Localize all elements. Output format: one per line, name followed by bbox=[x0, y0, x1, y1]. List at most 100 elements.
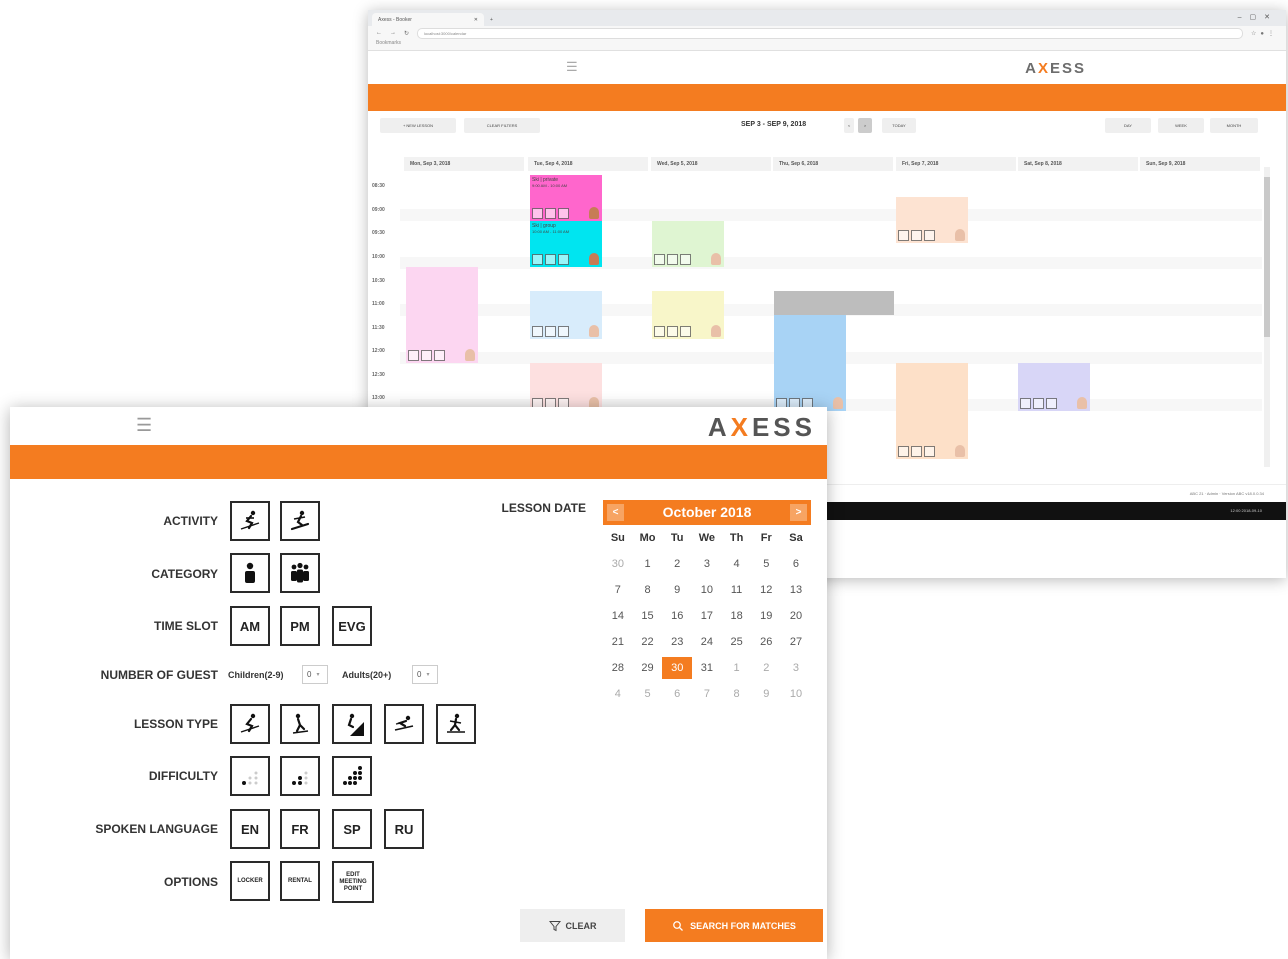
date-cell[interactable]: 6 bbox=[781, 558, 811, 570]
lesson-type-offpiste-button[interactable] bbox=[332, 704, 372, 744]
date-cell[interactable]: 21 bbox=[603, 636, 633, 648]
difficulty-beginner-button[interactable] bbox=[230, 756, 270, 796]
date-cell[interactable]: 2 bbox=[751, 662, 781, 674]
date-cell[interactable]: 31 bbox=[692, 662, 722, 674]
forward-icon[interactable]: → bbox=[390, 30, 396, 36]
new-tab-icon[interactable]: + bbox=[490, 17, 493, 23]
date-cell[interactable]: 13 bbox=[781, 584, 811, 596]
option-locker-button[interactable]: LOCKER bbox=[230, 861, 270, 901]
lesson-event[interactable] bbox=[530, 291, 602, 339]
selected-date-cell[interactable]: 30 bbox=[662, 657, 693, 679]
time-slot-evg-button[interactable]: EVG bbox=[332, 606, 372, 646]
blocked-slot[interactable] bbox=[774, 291, 894, 315]
search-for-matches-button[interactable]: SEARCH FOR MATCHES bbox=[645, 909, 823, 942]
lesson-event[interactable] bbox=[896, 363, 968, 459]
language-sp-button[interactable]: SP bbox=[332, 809, 372, 849]
clear-button[interactable]: CLEAR bbox=[520, 909, 625, 942]
language-fr-button[interactable]: FR bbox=[280, 809, 320, 849]
prev-month-button[interactable]: < bbox=[607, 504, 624, 521]
address-bar[interactable]: localhost:3000/calendar bbox=[417, 27, 1243, 39]
reload-icon[interactable]: ↻ bbox=[404, 30, 409, 37]
hamburger-menu-icon[interactable]: ☰ bbox=[136, 416, 152, 434]
next-month-button[interactable]: > bbox=[790, 504, 807, 521]
date-cell[interactable]: 10 bbox=[781, 688, 811, 700]
date-cell[interactable]: 5 bbox=[633, 688, 663, 700]
date-cell[interactable]: 11 bbox=[722, 584, 752, 596]
date-cell[interactable]: 30 bbox=[603, 558, 633, 570]
new-lesson-button[interactable]: + NEW LESSON bbox=[380, 118, 456, 133]
day-view-button[interactable]: DAY bbox=[1105, 118, 1151, 133]
date-cell[interactable]: 28 bbox=[603, 662, 633, 674]
back-icon[interactable]: ← bbox=[376, 30, 382, 36]
option-edit-meeting-point-button[interactable]: EDIT MEETING POINT bbox=[332, 861, 374, 903]
date-cell[interactable]: 14 bbox=[603, 610, 633, 622]
date-cell[interactable]: 3 bbox=[781, 662, 811, 674]
date-cell[interactable]: 23 bbox=[662, 636, 692, 648]
activity-ski-button[interactable] bbox=[230, 501, 270, 541]
date-cell[interactable]: 4 bbox=[603, 688, 633, 700]
date-cell[interactable]: 6 bbox=[662, 688, 692, 700]
time-slot-am-button[interactable]: AM bbox=[230, 606, 270, 646]
category-single-button[interactable] bbox=[230, 553, 270, 593]
lesson-event-private[interactable]: Ski | private 9:00 AM - 10:00 AM bbox=[530, 175, 602, 221]
date-cell[interactable]: 26 bbox=[751, 636, 781, 648]
today-button[interactable]: TODAY bbox=[882, 118, 916, 133]
lesson-event[interactable] bbox=[896, 197, 968, 243]
date-cell[interactable]: 8 bbox=[722, 688, 752, 700]
month-view-button[interactable]: MONTH bbox=[1210, 118, 1258, 133]
date-cell[interactable]: 12 bbox=[751, 584, 781, 596]
option-rental-button[interactable]: RENTAL bbox=[280, 861, 320, 901]
date-cell[interactable]: 9 bbox=[751, 688, 781, 700]
lesson-event[interactable] bbox=[1018, 363, 1090, 411]
date-cell[interactable]: 22 bbox=[633, 636, 663, 648]
lesson-event[interactable] bbox=[406, 267, 478, 363]
date-cell[interactable]: 1 bbox=[633, 558, 663, 570]
lesson-event[interactable] bbox=[652, 221, 724, 267]
lesson-type-racing-button[interactable] bbox=[384, 704, 424, 744]
window-controls[interactable]: –▢✕ bbox=[1238, 13, 1278, 21]
lesson-type-freestyle-button[interactable] bbox=[280, 704, 320, 744]
date-cell[interactable]: 29 bbox=[633, 662, 663, 674]
date-cell[interactable]: 24 bbox=[692, 636, 722, 648]
adults-count-select[interactable]: 0 ▾ bbox=[412, 665, 438, 684]
date-cell[interactable]: 5 bbox=[751, 558, 781, 570]
date-cell[interactable]: 27 bbox=[781, 636, 811, 648]
language-en-button[interactable]: EN bbox=[230, 809, 270, 849]
date-cell[interactable]: 10 bbox=[692, 584, 722, 596]
date-cell[interactable]: 25 bbox=[722, 636, 752, 648]
lesson-event[interactable] bbox=[652, 291, 724, 339]
lesson-type-crosscountry-button[interactable] bbox=[436, 704, 476, 744]
date-cell[interactable]: 18 bbox=[722, 610, 752, 622]
category-group-button[interactable] bbox=[280, 553, 320, 593]
date-cell[interactable]: 19 bbox=[751, 610, 781, 622]
close-tab-icon[interactable]: ✕ bbox=[474, 17, 478, 23]
browser-tab[interactable]: Axess - Booker ✕ bbox=[372, 13, 484, 26]
children-count-select[interactable]: 0 ▾ bbox=[302, 665, 328, 684]
difficulty-intermediate-button[interactable] bbox=[280, 756, 320, 796]
date-cell[interactable]: 17 bbox=[692, 610, 722, 622]
time-slot-pm-button[interactable]: PM bbox=[280, 606, 320, 646]
date-cell[interactable]: 16 bbox=[662, 610, 692, 622]
date-cell[interactable]: 20 bbox=[781, 610, 811, 622]
lesson-event[interactable] bbox=[774, 315, 846, 411]
activity-snowboard-button[interactable] bbox=[280, 501, 320, 541]
clear-filters-button[interactable]: CLEAR FILTERS bbox=[464, 118, 540, 133]
date-cell[interactable]: 8 bbox=[633, 584, 663, 596]
next-week-button[interactable]: > bbox=[858, 118, 872, 133]
lesson-event[interactable] bbox=[530, 363, 602, 411]
bookmarks-label[interactable]: Bookmarks bbox=[376, 40, 401, 46]
week-view-button[interactable]: WEEK bbox=[1158, 118, 1204, 133]
prev-week-button[interactable]: < bbox=[844, 118, 854, 133]
lesson-type-alpine-button[interactable] bbox=[230, 704, 270, 744]
difficulty-advanced-button[interactable] bbox=[332, 756, 372, 796]
date-cell[interactable]: 15 bbox=[633, 610, 663, 622]
date-cell[interactable]: 2 bbox=[662, 558, 692, 570]
date-cell[interactable]: 4 bbox=[722, 558, 752, 570]
hamburger-menu-icon[interactable]: ☰ bbox=[566, 59, 578, 75]
date-cell[interactable]: 1 bbox=[722, 662, 752, 674]
browser-menu-icons[interactable]: ☆●⋮ bbox=[1251, 30, 1278, 37]
calendar-scrollbar[interactable] bbox=[1264, 167, 1270, 467]
date-cell[interactable]: 7 bbox=[692, 688, 722, 700]
date-cell[interactable]: 3 bbox=[692, 558, 722, 570]
language-ru-button[interactable]: RU bbox=[384, 809, 424, 849]
